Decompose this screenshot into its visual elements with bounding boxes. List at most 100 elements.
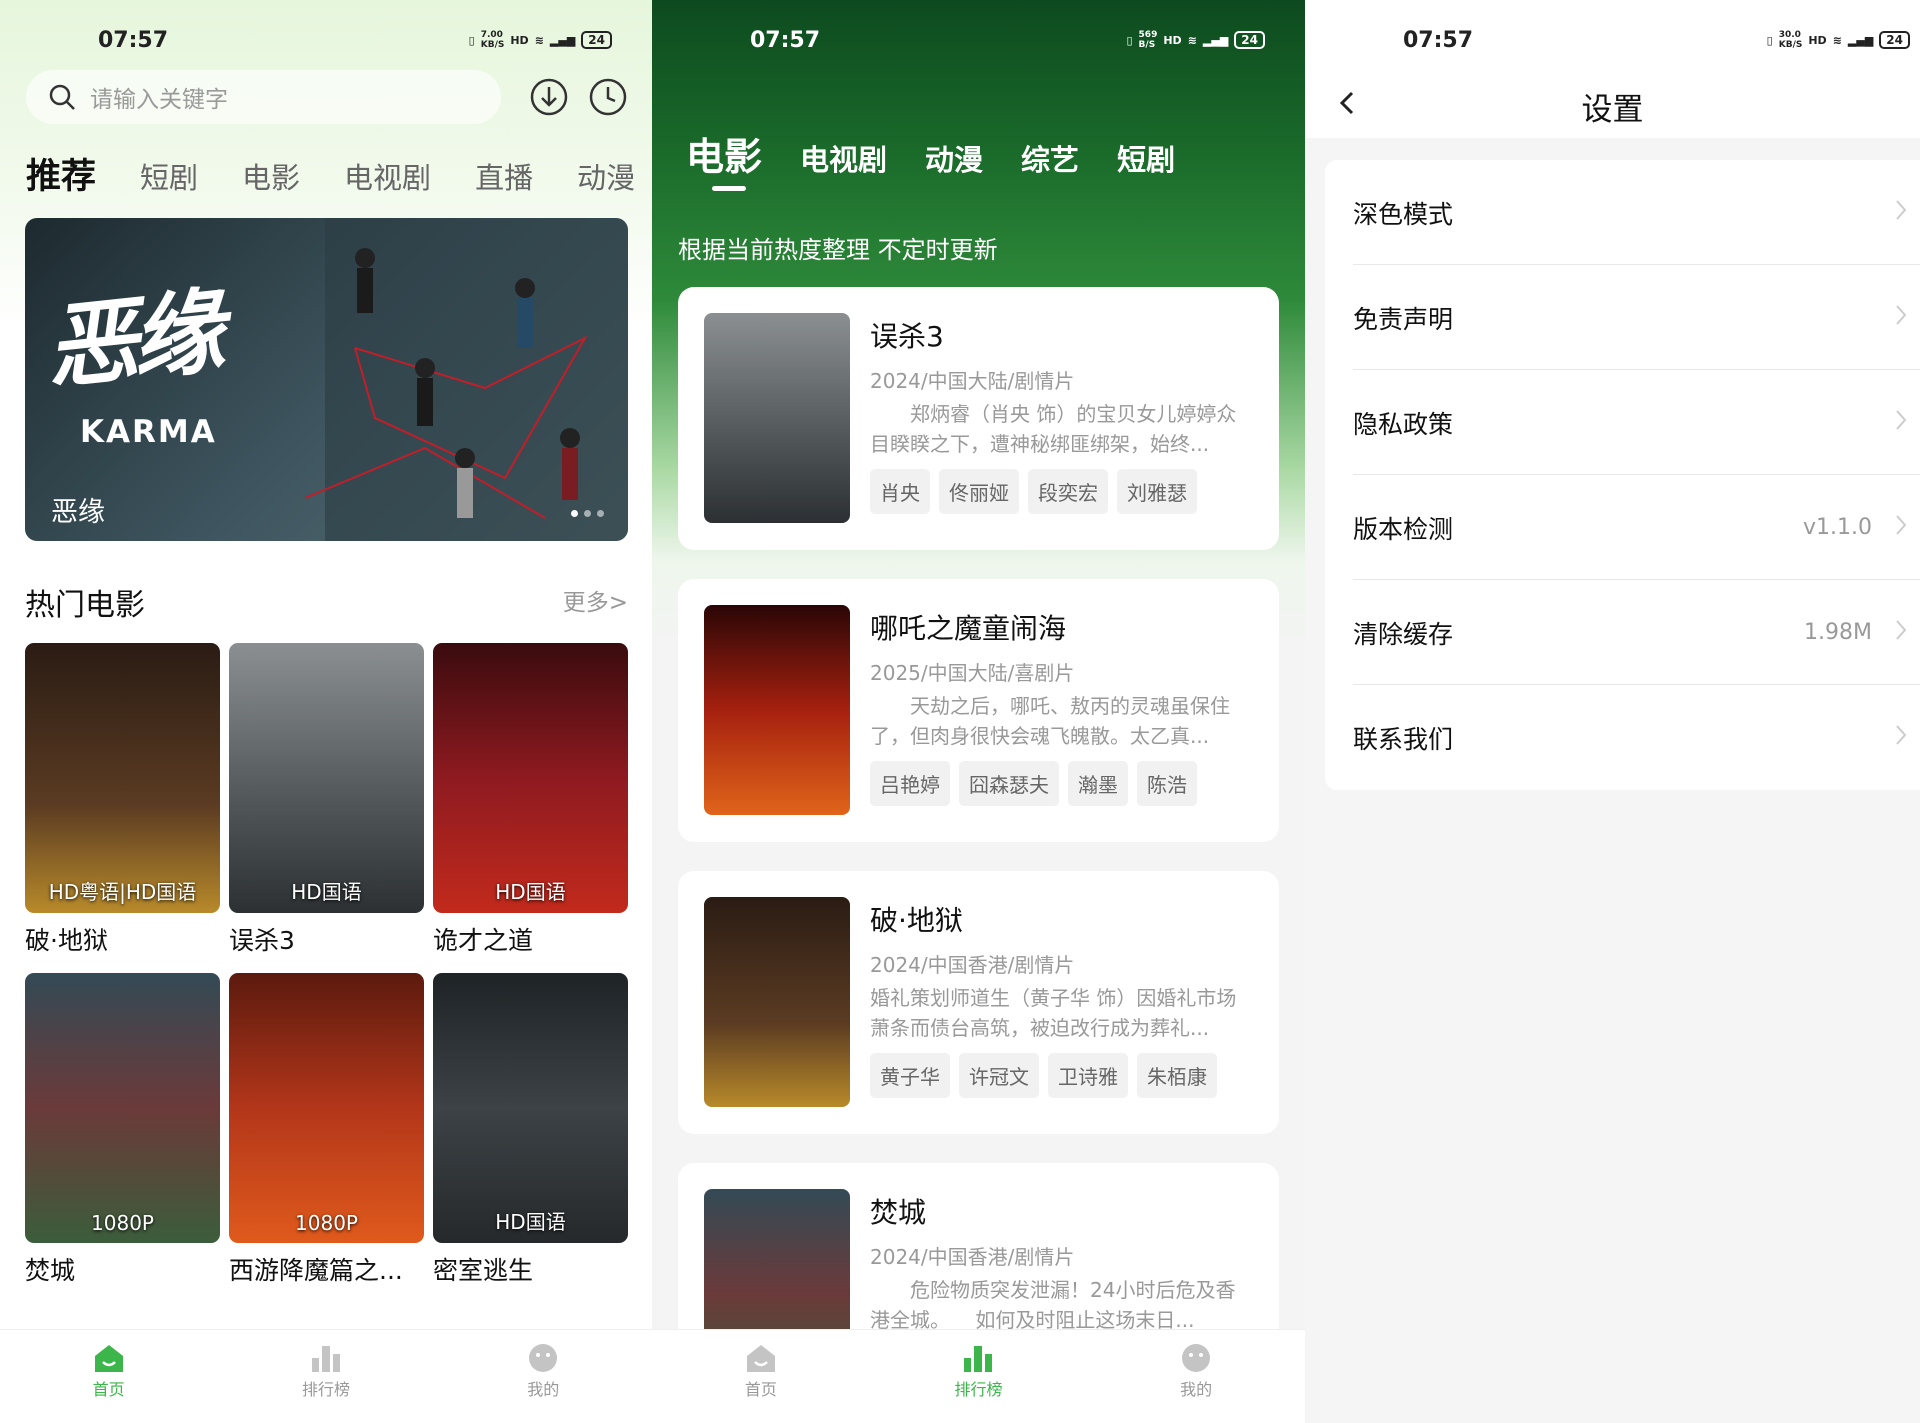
tab-tv-series[interactable]: 电视剧 <box>344 155 431 197</box>
battery-icon: 24 <box>581 31 612 49</box>
cast-chip: 段奕宏 <box>1028 469 1108 514</box>
cast-chip: 囧森瑟夫 <box>959 761 1059 806</box>
rank-category-tabs: 电影 电视剧 动漫 综艺 短剧 <box>686 126 1175 181</box>
search-input[interactable]: 请输入关键字 <box>26 70 501 124</box>
wifi-icon: ≋ <box>534 33 544 47</box>
settings-row-privacy[interactable]: 隐私政策 <box>1325 370 1920 475</box>
network-speed: 7.00 KB/S <box>480 30 505 50</box>
status-icons: ▯ 30.0 KB/S HD ≋ ▂▄▆ 24 <box>1767 30 1910 50</box>
settings-row-clear-cache[interactable]: 清除缓存 1.98M <box>1325 580 1920 685</box>
tab-anime[interactable]: 动漫 <box>925 137 983 179</box>
vibrate-icon: ▯ <box>1766 33 1773 47</box>
tab-live[interactable]: 直播 <box>475 155 533 197</box>
nav-bar: 设置 <box>1305 78 1920 138</box>
movie-item[interactable]: HD国语 误杀3 <box>229 643 424 957</box>
hd-icon: HD <box>1163 33 1182 47</box>
movie-item[interactable]: HD粤语|HD国语 破·地狱 <box>25 643 220 957</box>
settings-row-contact[interactable]: 联系我们 <box>1325 685 1920 790</box>
settings-row-disclaimer[interactable]: 免责声明 <box>1325 265 1920 370</box>
tab-ranking[interactable]: 排行榜 <box>871 1330 1086 1423</box>
cast-chip: 朱栢康 <box>1137 1053 1217 1098</box>
chevron-right-icon <box>1896 515 1907 535</box>
ranking-card[interactable]: 哪吒之魔童闹海 2025/中国大陆/喜剧片 天劫之后，哪吒、敖丙的灵魂虽保住了，… <box>678 579 1279 842</box>
tab-short-drama[interactable]: 短剧 <box>140 155 198 197</box>
ranking-hint: 根据当前热度整理 不定时更新 <box>678 236 998 264</box>
quality-badge: 1080P <box>295 1211 358 1235</box>
tab-home[interactable]: 首页 <box>1 1330 216 1423</box>
vibrate-icon: ▯ <box>468 33 475 47</box>
signal-icon: ▂▄▆ <box>549 33 576 47</box>
wifi-icon: ≋ <box>1832 33 1842 47</box>
status-time: 07:57 <box>750 28 821 53</box>
movie-title: 破·地狱 <box>25 926 108 955</box>
tab-mine[interactable]: 我的 <box>1088 1330 1303 1423</box>
status-time: 07:57 <box>98 28 169 53</box>
tab-label: 首页 <box>744 1380 777 1399</box>
status-icons: ▯ 569 B/S HD ≋ ▂▄▆ 24 <box>1126 30 1265 50</box>
tab-label: 首页 <box>92 1380 125 1399</box>
history-icon[interactable] <box>588 77 628 117</box>
row-label: 联系我们 <box>1353 724 1454 754</box>
movie-poster: 1080P <box>25 973 220 1243</box>
carousel-indicator <box>571 510 604 517</box>
movie-item[interactable]: HD国语 诡才之道 <box>433 643 628 957</box>
ranking-card[interactable]: 误杀3 2024/中国大陆/剧情片 郑炳睿（肖央 饰）的宝贝女儿婷婷众目睽睽之下… <box>678 287 1279 550</box>
cast-list: 吕艳婷 囧森瑟夫 瀚墨 陈浩 <box>870 761 1197 806</box>
download-icon[interactable] <box>529 77 569 117</box>
tab-anime[interactable]: 动漫 <box>577 155 635 197</box>
tab-label: 我的 <box>1180 1380 1213 1399</box>
profile-icon <box>529 1344 558 1372</box>
tab-label: 排行榜 <box>954 1380 1003 1399</box>
movie-item[interactable]: 1080P 焚城 <box>25 973 220 1287</box>
tab-movie[interactable]: 电影 <box>242 155 300 197</box>
tab-label: 排行榜 <box>301 1380 350 1399</box>
row-label: 深色模式 <box>1353 199 1454 229</box>
tab-home[interactable]: 首页 <box>653 1330 868 1423</box>
quality-badge: 1080P <box>91 1211 154 1235</box>
tab-recommend[interactable]: 推荐 <box>26 148 96 199</box>
tab-tv-series[interactable]: 电视剧 <box>800 137 887 179</box>
section-title: 热门电影 <box>25 588 145 623</box>
movie-meta: 2024/中国香港/剧情片 <box>870 1245 1075 1269</box>
movie-poster: HD国语 <box>229 643 424 913</box>
movie-title: 诡才之道 <box>433 926 534 955</box>
movie-meta: 2024/中国大陆/剧情片 <box>870 369 1075 393</box>
settings-screen: 07:57 ▯ 30.0 KB/S HD ≋ ▂▄▆ 24 设置 深色模式 免责… <box>1305 0 1920 1423</box>
cast-list: 肖央 佟丽娅 段奕宏 刘雅瑟 <box>870 469 1197 514</box>
tab-ranking[interactable]: 排行榜 <box>218 1330 433 1423</box>
movie-title: 焚城 <box>25 1256 76 1285</box>
cast-chip: 卫诗雅 <box>1048 1053 1128 1098</box>
row-label: 免责声明 <box>1353 304 1454 334</box>
movie-title: 哪吒之魔童闹海 <box>870 612 1067 645</box>
settings-row-version[interactable]: 版本检测 v1.1.0 <box>1325 475 1920 580</box>
movie-item[interactable]: HD国语 密室逃生 <box>433 973 628 1287</box>
battery-icon: 24 <box>1879 31 1910 49</box>
battery-icon: 24 <box>1234 31 1265 49</box>
movie-description: 婚礼策划师道生（黄子华 饰）因婚礼市场萧条而债台高筑，被迫改行成为葬礼... <box>870 986 1237 1040</box>
tab-short-drama[interactable]: 短剧 <box>1117 137 1175 179</box>
movie-poster <box>704 313 850 523</box>
status-bar: 07:57 ▯ 569 B/S HD ≋ ▂▄▆ 24 <box>652 0 1305 80</box>
movie-meta: 2025/中国大陆/喜剧片 <box>870 661 1075 685</box>
tab-mine[interactable]: 我的 <box>436 1330 651 1423</box>
movie-description: 危险物质突发泄漏！24小时后危及香港全城。 如何及时阻止这场末日... <box>870 1278 1236 1332</box>
status-icons: ▯ 7.00 KB/S HD ≋ ▂▄▆ 24 <box>469 30 612 50</box>
profile-icon <box>1182 1344 1211 1372</box>
banner-art-subtitle: KARMA <box>80 414 217 450</box>
more-link[interactable]: 更多> <box>563 583 628 617</box>
banner-carousel[interactable]: 恶缘 KARMA 恶缘 <box>25 218 628 541</box>
movie-description: 天劫之后，哪吒、敖丙的灵魂虽保住了，但肉身很快会魂飞魄散。太乙真... <box>870 694 1230 748</box>
bottom-tab-bar: 首页 排行榜 我的 <box>652 1329 1305 1423</box>
tab-movie[interactable]: 电影 <box>686 126 762 181</box>
cast-chip: 陈浩 <box>1137 761 1197 806</box>
row-label: 版本检测 <box>1353 514 1454 544</box>
settings-row-dark-mode[interactable]: 深色模式 <box>1325 160 1920 265</box>
movie-item[interactable]: 1080P 西游降魔篇之... <box>229 973 424 1287</box>
movie-title: 破·地狱 <box>870 904 963 937</box>
wifi-icon: ≋ <box>1187 33 1197 47</box>
quality-badge: HD粤语|HD国语 <box>48 880 197 904</box>
signal-icon: ▂▄▆ <box>1847 33 1874 47</box>
ranking-card[interactable]: 破·地狱 2024/中国香港/剧情片 婚礼策划师道生（黄子华 饰）因婚礼市场萧条… <box>678 871 1279 1134</box>
category-tabs: 推荐 短剧 电影 电视剧 直播 动漫 <box>26 148 635 199</box>
tab-variety[interactable]: 综艺 <box>1021 137 1079 179</box>
